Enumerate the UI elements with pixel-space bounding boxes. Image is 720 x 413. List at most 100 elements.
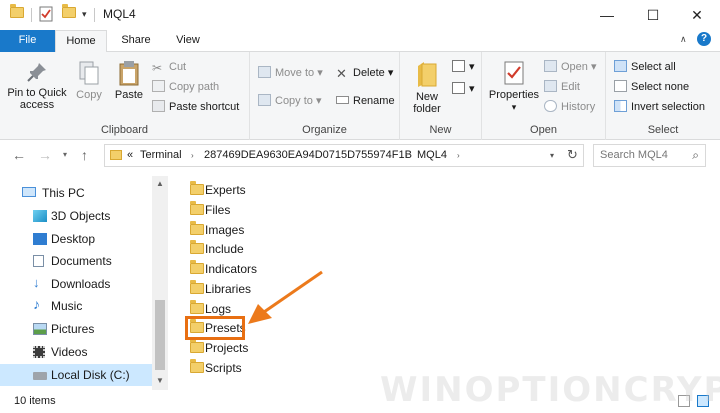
pin-to-quick-access-button[interactable]: Pin to Quick access bbox=[4, 60, 70, 111]
edit-icon bbox=[544, 80, 557, 92]
download-icon: ↓ bbox=[33, 275, 40, 290]
nav-item-downloads[interactable]: ↓ Downloads bbox=[0, 273, 152, 295]
breadcrumb-overflow[interactable]: « bbox=[127, 149, 133, 161]
nav-item-desktop[interactable]: Desktop bbox=[0, 228, 152, 250]
nav-item-music[interactable]: ♪ Music bbox=[0, 295, 152, 317]
tab-view[interactable]: View bbox=[164, 30, 212, 52]
new-group: New folder ▾ ▾ New bbox=[400, 52, 482, 140]
window-title: MQL4 bbox=[103, 7, 136, 21]
recent-locations-icon[interactable]: ▾ bbox=[63, 150, 67, 159]
nav-label: Desktop bbox=[51, 232, 96, 246]
nav-item-local-disk[interactable]: Local Disk (C:) bbox=[0, 364, 152, 386]
cut-button[interactable]: ✂ Cut bbox=[152, 58, 186, 76]
paste-button[interactable]: Paste bbox=[110, 60, 148, 101]
copy-button[interactable]: Copy bbox=[72, 60, 106, 101]
scrollbar-thumb[interactable] bbox=[155, 300, 165, 370]
properties-icon[interactable] bbox=[39, 6, 53, 25]
move-to-icon bbox=[258, 66, 271, 78]
paste-shortcut-button[interactable]: Paste shortcut bbox=[152, 98, 239, 116]
open-button[interactable]: Open ▾ bbox=[544, 58, 597, 76]
breadcrumb-terminal[interactable]: Terminal bbox=[140, 149, 182, 161]
copy-path-icon bbox=[152, 80, 165, 92]
organize-group-label: Organize bbox=[302, 124, 347, 136]
nav-label: Downloads bbox=[51, 277, 111, 291]
customize-toolbar-icon[interactable]: ▾ bbox=[82, 9, 87, 20]
paste-label: Paste bbox=[114, 89, 144, 101]
history-button[interactable]: History bbox=[544, 98, 595, 116]
new-item-button[interactable]: ▾ bbox=[452, 58, 475, 76]
tab-share[interactable]: Share bbox=[112, 30, 160, 52]
watermark: WINOPTIONCRYPTO.COM bbox=[380, 370, 720, 410]
select-none-icon bbox=[614, 80, 627, 92]
tab-home[interactable]: Home bbox=[55, 30, 107, 53]
chevron-right-icon[interactable]: › bbox=[191, 151, 194, 160]
file-name: Logs bbox=[205, 302, 232, 316]
properties-button[interactable]: Properties ▾ bbox=[486, 60, 542, 113]
document-icon bbox=[33, 255, 44, 267]
pc-icon bbox=[22, 187, 36, 197]
select-none-button[interactable]: Select none bbox=[614, 78, 689, 96]
navigation-bar: ← → ▾ ↑ « Terminal › 287469DEA9630EA94D0… bbox=[0, 140, 720, 172]
minimize-button[interactable]: — bbox=[584, 0, 630, 30]
edit-label: Edit bbox=[561, 81, 580, 93]
edit-button[interactable]: Edit bbox=[544, 78, 580, 96]
nav-item-documents[interactable]: Documents bbox=[0, 250, 152, 272]
nav-label: Local Disk (C:) bbox=[51, 368, 130, 382]
folder-icon bbox=[10, 4, 24, 18]
rename-label: Rename bbox=[353, 95, 395, 107]
tab-file[interactable]: File bbox=[0, 30, 55, 52]
paste-shortcut-label: Paste shortcut bbox=[169, 101, 240, 113]
nav-item-videos[interactable]: Videos bbox=[0, 341, 152, 363]
clipboard-group: Pin to Quick access Copy Paste ✂ Cut Copy… bbox=[0, 52, 250, 140]
file-name: Files bbox=[205, 203, 231, 217]
new-group-label: New bbox=[429, 124, 452, 136]
copy-path-button[interactable]: Copy path bbox=[152, 78, 219, 96]
divider bbox=[94, 8, 95, 22]
rename-button[interactable]: Rename bbox=[336, 92, 395, 110]
music-icon: ♪ bbox=[33, 296, 40, 312]
select-all-button[interactable]: Select all bbox=[614, 58, 676, 76]
clipboard-group-label: Clipboard bbox=[100, 124, 149, 136]
scissors-icon: ✂ bbox=[152, 61, 163, 75]
easy-access-button[interactable]: ▾ bbox=[452, 80, 475, 98]
ribbon-tabs: File Home Share View ∧ ? bbox=[0, 30, 720, 53]
scroll-up-icon[interactable]: ▲ bbox=[152, 179, 168, 188]
move-to-button[interactable]: Move to ▾ bbox=[258, 64, 323, 82]
address-dropdown-icon[interactable]: ▾ bbox=[550, 151, 554, 160]
address-bar[interactable]: « Terminal › 287469DEA9630EA94D0715D7559… bbox=[104, 144, 584, 167]
folder-icon bbox=[190, 339, 204, 353]
nav-item-pictures[interactable]: Pictures bbox=[0, 318, 152, 340]
organize-group: Move to ▾ Copy to ▾ ✕ Delete ▾ Rename Org… bbox=[250, 52, 400, 140]
navigation-pane-scrollbar[interactable]: ▲ ▼ bbox=[152, 176, 168, 390]
search-placeholder: Search MQL4 bbox=[600, 149, 668, 161]
refresh-icon[interactable]: ↻ bbox=[567, 147, 578, 163]
new-folder-button[interactable]: New folder bbox=[406, 60, 448, 115]
delete-button[interactable]: ✕ Delete ▾ bbox=[336, 64, 393, 82]
breadcrumb-terminal-id[interactable]: 287469DEA9630EA94D0715D755974F1B bbox=[204, 149, 412, 161]
maximize-button[interactable]: ☐ bbox=[630, 0, 676, 30]
nav-item-3d-objects[interactable]: 3D Objects bbox=[0, 205, 152, 227]
chevron-right-icon[interactable]: › bbox=[457, 151, 460, 160]
nav-item-this-pc[interactable]: This PC bbox=[0, 182, 152, 204]
chevron-right-icon[interactable]: › bbox=[405, 151, 408, 160]
help-icon[interactable]: ? bbox=[697, 32, 711, 46]
file-name: Images bbox=[205, 223, 245, 237]
forward-arrow-icon[interactable]: → bbox=[38, 147, 52, 163]
invert-selection-button[interactable]: Invert selection bbox=[614, 98, 705, 116]
back-arrow-icon[interactable]: ← bbox=[12, 147, 26, 163]
invert-selection-label: Invert selection bbox=[631, 101, 705, 113]
scroll-down-icon[interactable]: ▼ bbox=[152, 376, 168, 385]
cube-icon bbox=[33, 210, 47, 222]
search-input[interactable]: Search MQL4 ⌕ bbox=[593, 144, 706, 167]
copy-to-button[interactable]: Copy to ▾ bbox=[258, 92, 322, 110]
properties-dropdown-icon[interactable]: ▾ bbox=[512, 102, 517, 112]
select-all-icon bbox=[614, 60, 627, 72]
folder-icon bbox=[190, 181, 204, 195]
open-label: Open bbox=[561, 61, 588, 73]
new-folder-icon[interactable] bbox=[62, 4, 76, 18]
picture-icon bbox=[33, 323, 47, 335]
collapse-ribbon-icon[interactable]: ∧ bbox=[680, 34, 687, 45]
up-arrow-icon[interactable]: ↑ bbox=[81, 147, 88, 163]
breadcrumb-mql4[interactable]: MQL4 bbox=[417, 149, 447, 161]
close-button[interactable]: ✕ bbox=[674, 0, 720, 30]
